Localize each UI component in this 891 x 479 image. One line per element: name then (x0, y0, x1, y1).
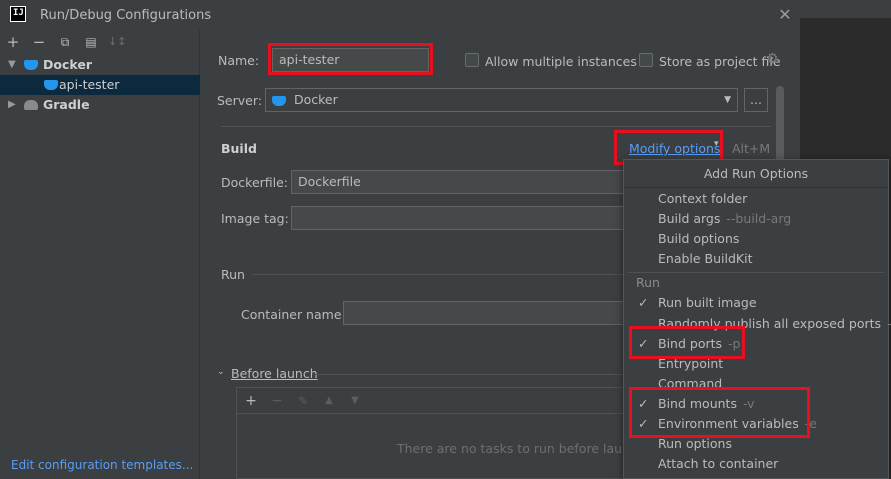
option-attach-to-container[interactable]: Attach to container (624, 454, 888, 474)
tree-item-label: api-tester (59, 77, 120, 92)
server-value: Docker (293, 92, 338, 107)
add-configuration-button[interactable]: + (4, 33, 22, 51)
tree-item-gradle[interactable]: ▶ Gradle (0, 95, 200, 115)
remove-configuration-button[interactable]: − (30, 33, 48, 51)
move-down-icon[interactable]: ▼ (346, 392, 364, 410)
dockerfile-label: Dockerfile: (221, 175, 289, 190)
divider (252, 274, 625, 275)
tree-item-label: Gradle (43, 97, 90, 112)
add-task-button[interactable]: + (242, 392, 260, 410)
docker-icon (24, 60, 38, 70)
divider (313, 374, 625, 375)
before-launch-panel: + − ✎ ▲ ▼ There are no tasks to run befo… (236, 387, 645, 479)
tree-item-api-tester[interactable]: api-tester (0, 75, 200, 95)
option-label: Run options (658, 436, 732, 451)
gear-icon[interactable]: ⚙ (766, 51, 779, 67)
option-build-options[interactable]: Build options (624, 229, 888, 249)
option-context-folder[interactable]: Context folder (624, 189, 888, 209)
run-heading: Run (221, 267, 245, 282)
background-editor-header (800, 0, 891, 18)
gradle-icon (24, 100, 38, 110)
server-more-button[interactable]: ... (744, 88, 768, 112)
copy-configuration-button[interactable]: ⧉ (56, 33, 74, 51)
chevron-down-icon[interactable]: ⌄ (217, 367, 225, 377)
intellij-logo-icon: IJ (10, 6, 26, 22)
edit-configuration-templates-link[interactable]: Edit configuration templates... (11, 458, 193, 472)
bind-ports-highlight (629, 326, 745, 359)
option-label: Run built image (658, 295, 757, 310)
no-tasks-message: There are no tasks to run before launch (397, 441, 645, 456)
store-project-file-checkbox[interactable] (639, 53, 653, 67)
allow-multiple-checkbox[interactable] (465, 53, 479, 67)
window-title: Run/Debug Configurations (40, 8, 212, 23)
option-label: Build args (658, 211, 721, 226)
edit-task-icon[interactable]: ✎ (294, 392, 312, 410)
tree-item-label: Docker (43, 57, 92, 72)
move-to-folder-button[interactable]: ▤ (82, 33, 100, 51)
option-label: Build options (658, 231, 740, 246)
image-tag-input[interactable] (291, 206, 625, 230)
option-hint: -P (887, 316, 891, 331)
run-section-label: Run (636, 275, 660, 290)
before-launch-toggle[interactable]: Before launch (231, 366, 318, 381)
option-label: Attach to container (658, 456, 779, 471)
chevron-down-icon: ▼ (724, 95, 731, 105)
mounts-env-highlight (629, 387, 810, 438)
checkmark-icon: ✓ (638, 295, 649, 310)
option-label: Enable BuildKit (658, 251, 753, 266)
option-hint: --build-arg (726, 211, 792, 226)
name-label: Name: (218, 53, 260, 68)
store-project-file-label: Store as project file (659, 54, 781, 69)
build-heading: Build (221, 141, 257, 156)
close-icon[interactable]: ✕ (777, 5, 793, 24)
remove-task-button[interactable]: − (268, 392, 286, 410)
container-name-input[interactable] (343, 301, 625, 325)
option-label: Context folder (658, 191, 748, 206)
server-select[interactable]: Docker ▼ (265, 88, 738, 112)
docker-icon (44, 80, 58, 90)
option-enable-buildkit[interactable]: Enable BuildKit (624, 249, 888, 269)
move-up-icon[interactable]: ▲ (320, 392, 338, 410)
name-highlight (268, 43, 433, 75)
image-tag-label: Image tag: (221, 211, 289, 226)
chevron-down-icon: ▼ (8, 59, 16, 70)
option-build-args[interactable]: Build args --build-arg (624, 209, 888, 229)
chevron-right-icon: ▶ (8, 99, 16, 110)
tree-item-docker[interactable]: ▼ Docker (0, 55, 200, 75)
divider (221, 126, 771, 127)
server-label: Server: (217, 93, 262, 108)
container-name-label: Container name: (241, 307, 346, 322)
modify-options-shortcut: Alt+M (732, 141, 771, 156)
docker-icon (272, 95, 286, 106)
sort-button[interactable]: ↓↕ (108, 33, 126, 51)
dockerfile-input[interactable]: Dockerfile (291, 170, 625, 194)
option-run-built-image[interactable]: ✓ Run built image (624, 293, 888, 313)
popup-title: Add Run Options (624, 160, 888, 188)
allow-multiple-label: Allow multiple instances (485, 54, 637, 69)
